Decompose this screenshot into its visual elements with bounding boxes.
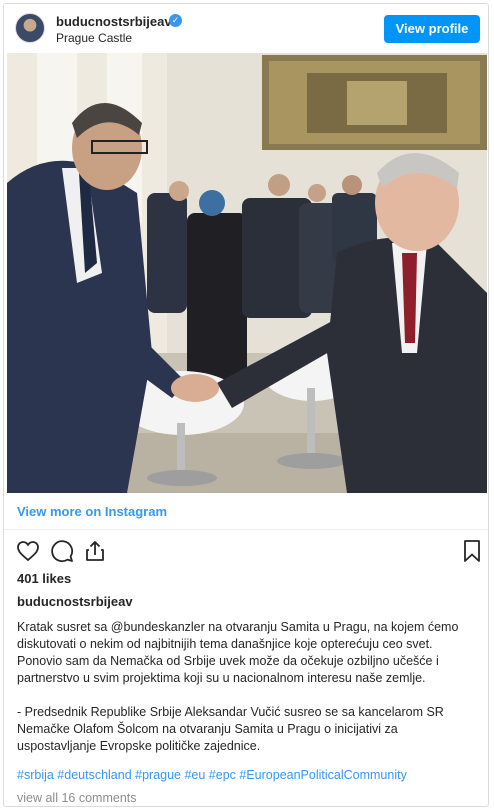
verified-badge-icon: ✓: [169, 14, 182, 27]
post-header: buducnostsrbijeav ✓ Prague Castle View p…: [4, 4, 488, 54]
view-profile-button[interactable]: View profile: [384, 15, 480, 43]
bookmark-icon[interactable]: [460, 539, 484, 563]
hashtags[interactable]: #srbija #deutschland #prague #eu #epc #E…: [17, 768, 407, 782]
heart-icon[interactable]: [16, 539, 40, 563]
profile-avatar[interactable]: [15, 13, 45, 43]
post-username[interactable]: buducnostsrbijeav: [17, 594, 133, 609]
post-photo-image: [7, 53, 487, 493]
comment-icon[interactable]: [50, 539, 74, 563]
mention-link[interactable]: @bundeskanzler: [111, 620, 205, 634]
post-photo[interactable]: [7, 53, 487, 493]
view-more-on-instagram-link[interactable]: View more on Instagram: [17, 504, 167, 519]
post-caption: Kratak susret sa @bundeskanzler na otvar…: [17, 619, 473, 772]
share-icon[interactable]: [83, 539, 107, 563]
caption-paragraph-1: Kratak susret sa @bundeskanzler na otvar…: [17, 619, 473, 687]
caption-p1-before: Kratak susret sa: [17, 620, 111, 634]
caption-paragraph-2: - Predsednik Republike Srbije Aleksandar…: [17, 705, 444, 753]
post-location[interactable]: Prague Castle: [56, 31, 132, 45]
divider: [4, 529, 488, 530]
action-bar: [16, 539, 482, 563]
likes-count[interactable]: 401 likes: [17, 571, 71, 586]
instagram-embed-card: buducnostsrbijeav ✓ Prague Castle View p…: [3, 3, 489, 807]
header-username[interactable]: buducnostsrbijeav: [56, 14, 172, 29]
view-all-comments-link[interactable]: view all 16 comments: [17, 791, 137, 805]
